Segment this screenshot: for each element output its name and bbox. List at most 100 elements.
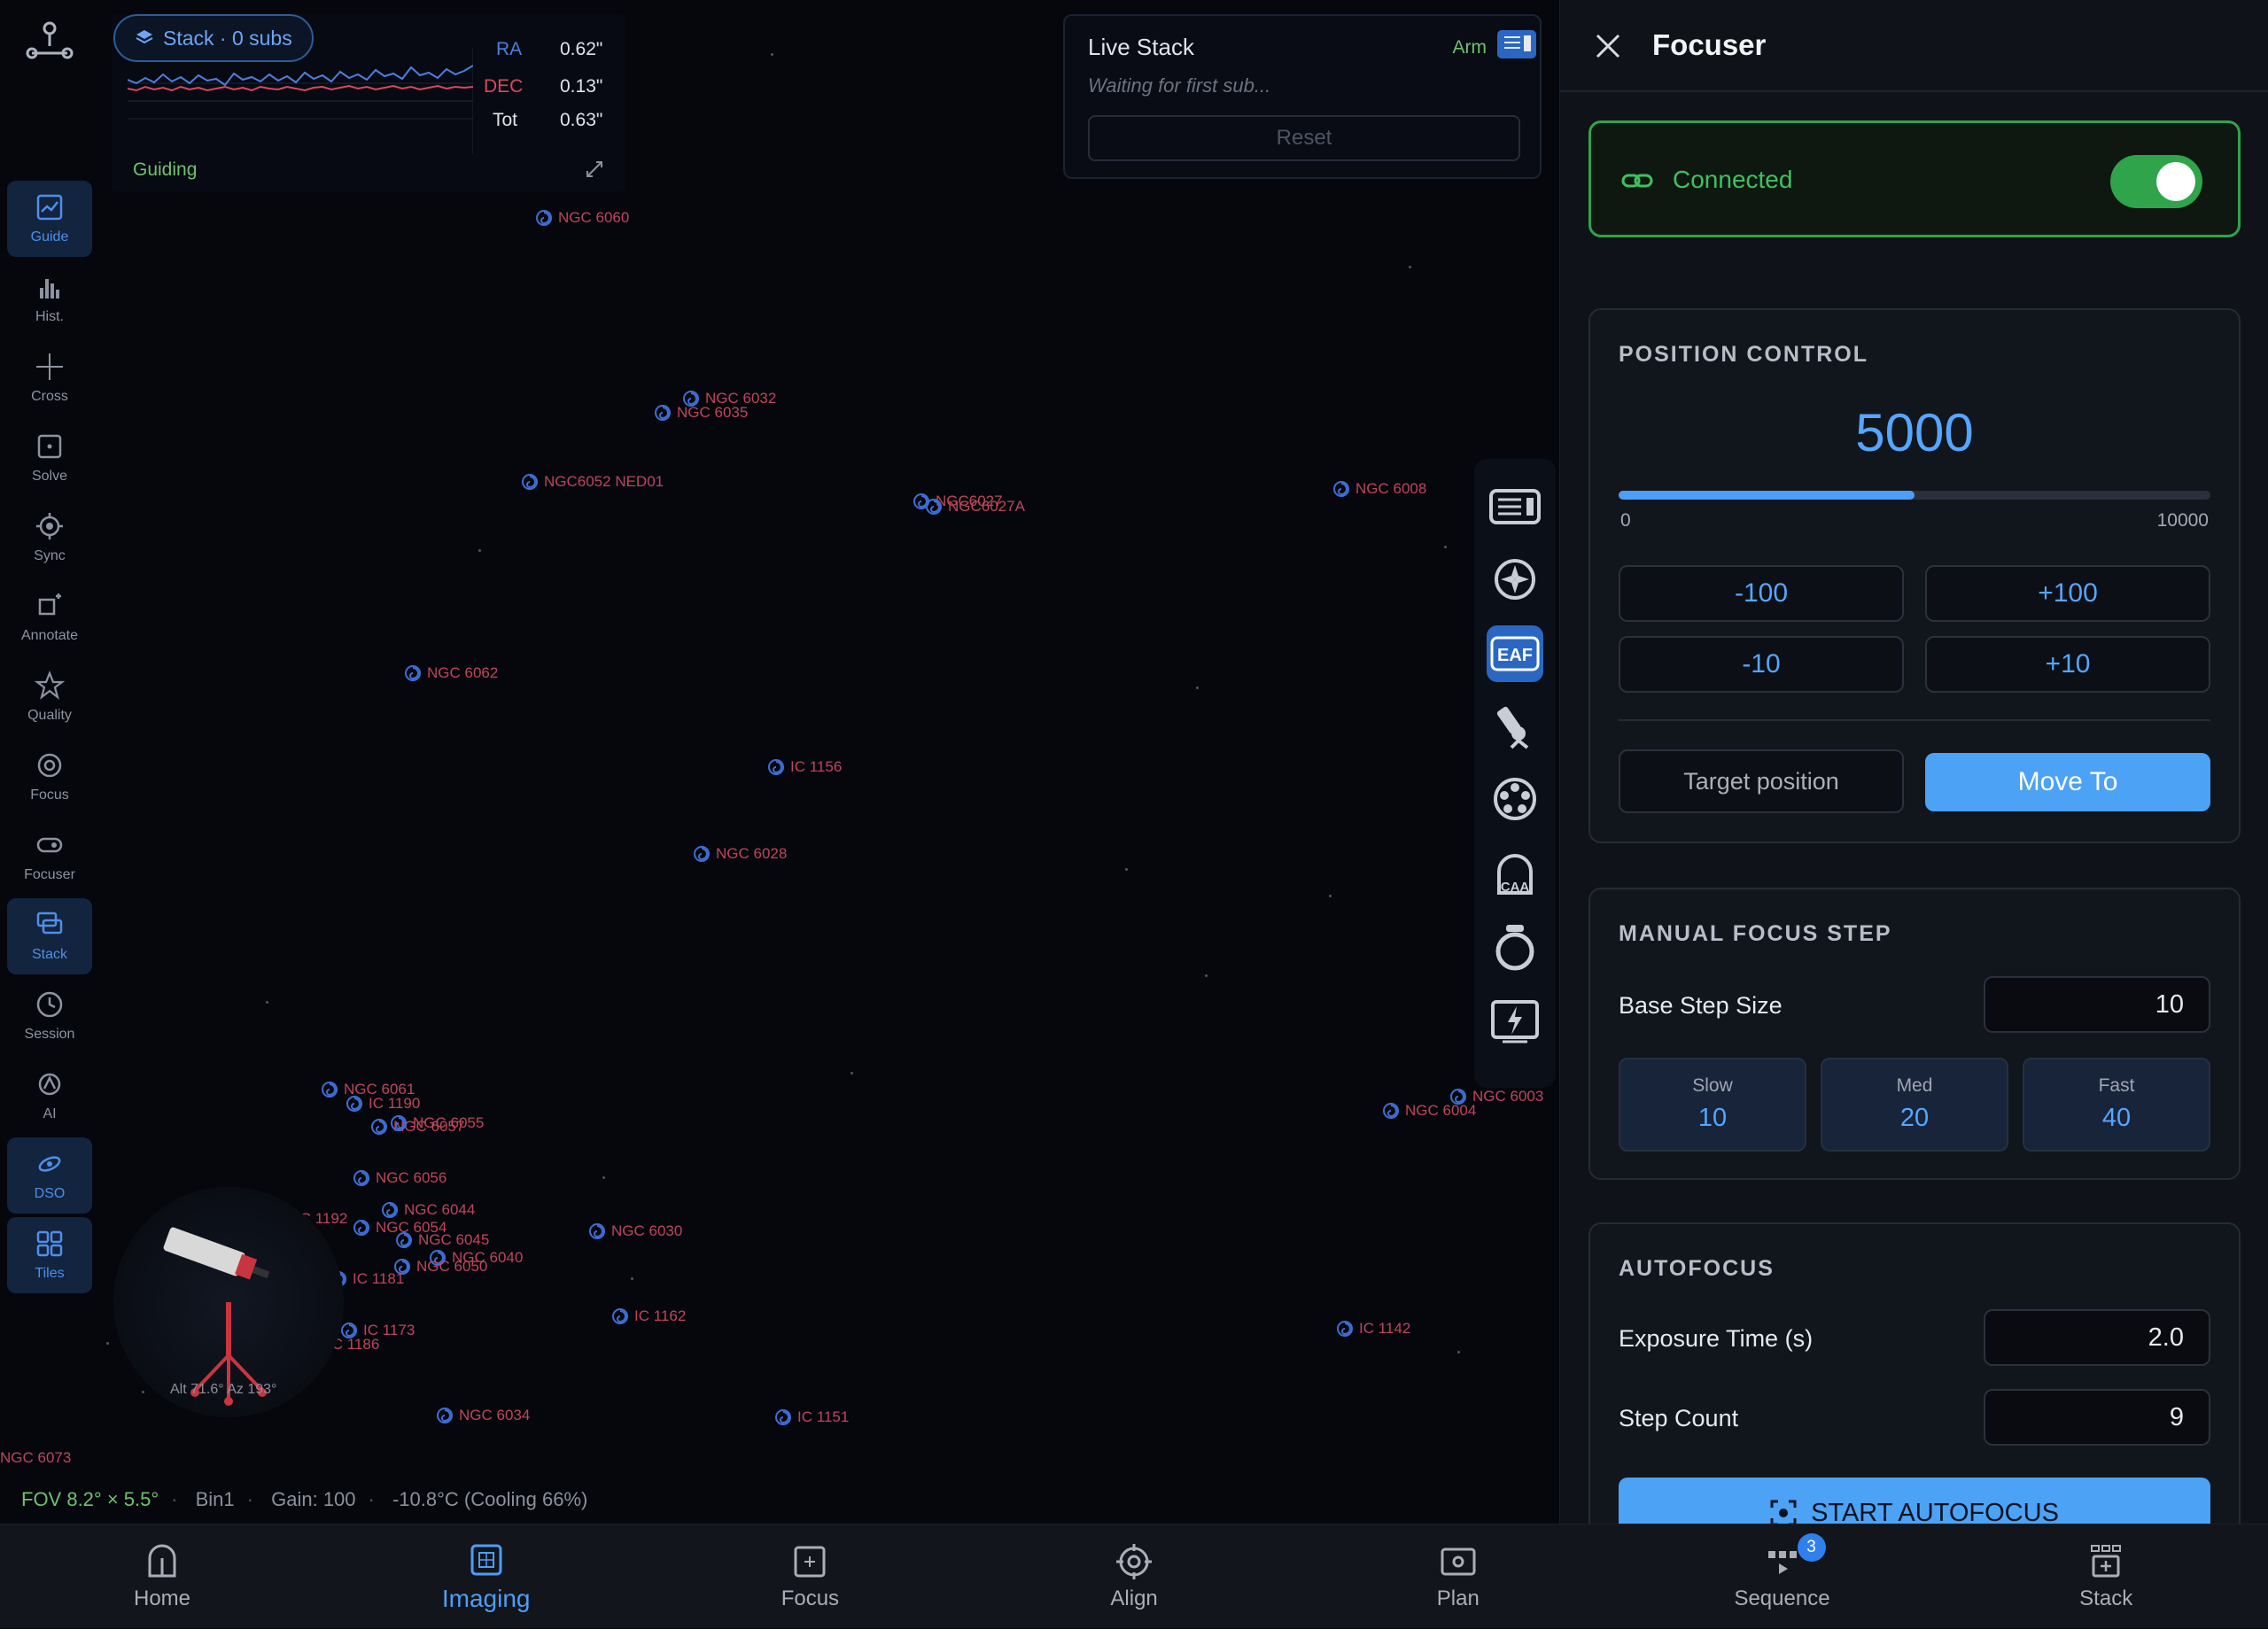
focus-frame-icon [794,1546,826,1578]
camera-badge-icon[interactable] [1494,28,1540,60]
dso-label[interactable]: NGC 6044 [381,1201,475,1219]
ring-tool[interactable] [1487,919,1543,976]
dso-label[interactable]: NGC 6008 [1332,480,1426,498]
step-plus-10-button[interactable]: +10 [1925,636,2210,693]
camera-tool[interactable] [1487,478,1543,535]
step-minus-10-button[interactable]: -10 [1619,636,1904,693]
stack-icon [36,911,63,935]
filter-wheel-tool[interactable] [1487,771,1543,827]
dso-label[interactable]: IC 1190 [346,1095,420,1113]
expand-icon[interactable] [585,159,604,179]
nav-stack[interactable]: Stack [1944,1524,2268,1629]
rail-item-label: Hist. [35,309,64,324]
close-icon[interactable] [1592,30,1624,62]
dso-label[interactable]: NGC 6055 [390,1114,484,1132]
dec-value: 0.13" [560,76,603,97]
base-step-input[interactable] [1984,976,2210,1033]
live-stack-title: Live Stack [1088,34,1194,60]
galaxy-icon [346,1096,362,1112]
rail-item-solve[interactable]: Solve [7,420,92,496]
gain-readout: Gain: 100 [271,1488,356,1510]
nav-focus[interactable]: Focus [648,1524,972,1629]
star-icon [35,671,65,700]
rail-item-ai[interactable]: AI [7,1058,92,1134]
galaxy-icon [536,210,552,226]
caa-tool[interactable]: CAA [1487,845,1543,902]
galaxy-icon [1383,1103,1399,1119]
eaf-tool[interactable]: EAF [1487,625,1543,682]
mount-tool[interactable] [1487,551,1543,608]
nav-home[interactable]: Home [0,1524,324,1629]
connection-card: Connected [1588,120,2241,237]
rail-item-guide[interactable]: Guide [7,181,92,257]
dso-label[interactable]: IC 1151 [774,1408,849,1426]
dso-label[interactable]: NGC 6028 [693,845,787,863]
step-plus-100-button[interactable]: +100 [1925,565,2210,622]
start-autofocus-button[interactable]: START AUTOFOCUS [1619,1478,2210,1524]
nav-label: Plan [1436,1586,1480,1610]
speed-slow-button[interactable]: Slow 10 [1619,1058,1806,1152]
power-tool[interactable] [1487,994,1543,1051]
nav-sequence[interactable]: Sequence 3 [1620,1524,1945,1629]
rail-item-dso[interactable]: DSO [7,1137,92,1214]
nav-imaging[interactable]: Imaging [324,1524,649,1629]
star [602,1176,605,1179]
dso-label[interactable]: NGC 6056 [353,1169,447,1187]
step-count-input[interactable] [1984,1389,2210,1446]
nav-plan[interactable]: Plan [1296,1524,1620,1629]
app-logo-icon[interactable] [23,19,76,64]
galaxy-icon [926,499,942,515]
dso-label[interactable]: NGC 6004 [1382,1102,1476,1120]
dso-label[interactable]: NGC 6060 [535,209,629,227]
star [478,549,481,552]
position-slider[interactable] [1619,491,2210,500]
alt-az-readout: Alt 71.6° Az 193° [170,1382,277,1397]
dso-label[interactable]: NGC 6030 [588,1222,682,1240]
telescope-tool[interactable] [1487,698,1543,755]
dso-name: NGC6052 NED01 [544,473,664,490]
connection-toggle[interactable] [2110,155,2202,208]
dso-label[interactable]: IC 1162 [611,1307,686,1325]
dso-label[interactable]: NGC6052 NED01 [521,473,664,491]
move-to-button[interactable]: Move To [1925,753,2210,811]
speed-fast-button[interactable]: Fast 40 [2023,1058,2210,1152]
target-position-input[interactable] [1619,749,1904,813]
rail-item-annotate[interactable]: Annotate [7,579,92,655]
reset-button[interactable]: Reset [1088,115,1520,161]
nav-label: Focus [781,1586,840,1610]
rail-item-stack[interactable]: Stack [7,898,92,974]
galaxy-icon [371,1119,387,1135]
dso-label[interactable]: IC 1156 [767,758,842,776]
rail-item-session[interactable]: Session [7,978,92,1054]
focuser-panel: Focuser Connected POSITION CONTROL 5000 … [1559,0,2268,1524]
dso-label[interactable]: NGC 6034 [436,1407,530,1424]
dso-name: NGC 6030 [611,1222,683,1239]
nav-label: Stack [2079,1586,2133,1610]
nav-label: Sequence [1734,1586,1830,1610]
telescope-icon [1496,706,1529,749]
target-icon [36,513,63,539]
dso-label[interactable]: NGC6027A [925,498,1025,516]
nav-align[interactable]: Align [972,1524,1296,1629]
exposure-time-input[interactable] [1984,1309,2210,1366]
chart-icon [36,194,63,221]
star [1196,687,1199,689]
rail-item-focus[interactable]: Focus [7,739,92,815]
rail-item-quality[interactable]: Quality [7,659,92,735]
rail-item-sync[interactable]: Sync [7,500,92,576]
dso-label[interactable]: NGC 6050 [393,1258,487,1276]
dso-label[interactable]: NGC 6035 [654,404,748,422]
star [266,1001,268,1004]
dso-label[interactable]: NGC 6045 [395,1231,489,1249]
dso-label[interactable]: IC 1142 [1336,1320,1410,1338]
rail-item-focuser[interactable]: Focuser [7,818,92,895]
rail-item-tiles[interactable]: Tiles [7,1217,92,1293]
bottom-nav: Home Imaging Focus Align Plan Sequence 3 Stack [0,1524,2268,1628]
step-minus-100-button[interactable]: -100 [1619,565,1904,622]
rail-item-cross[interactable]: Cross [7,340,92,416]
rail-item-hist[interactable]: Hist. [7,260,92,337]
dso-name: NGC 6050 [416,1258,488,1275]
dso-label[interactable]: NGC 6062 [404,664,498,682]
speed-med-button[interactable]: Med 20 [1821,1058,2008,1152]
rail-item-label: Focuser [24,867,75,882]
